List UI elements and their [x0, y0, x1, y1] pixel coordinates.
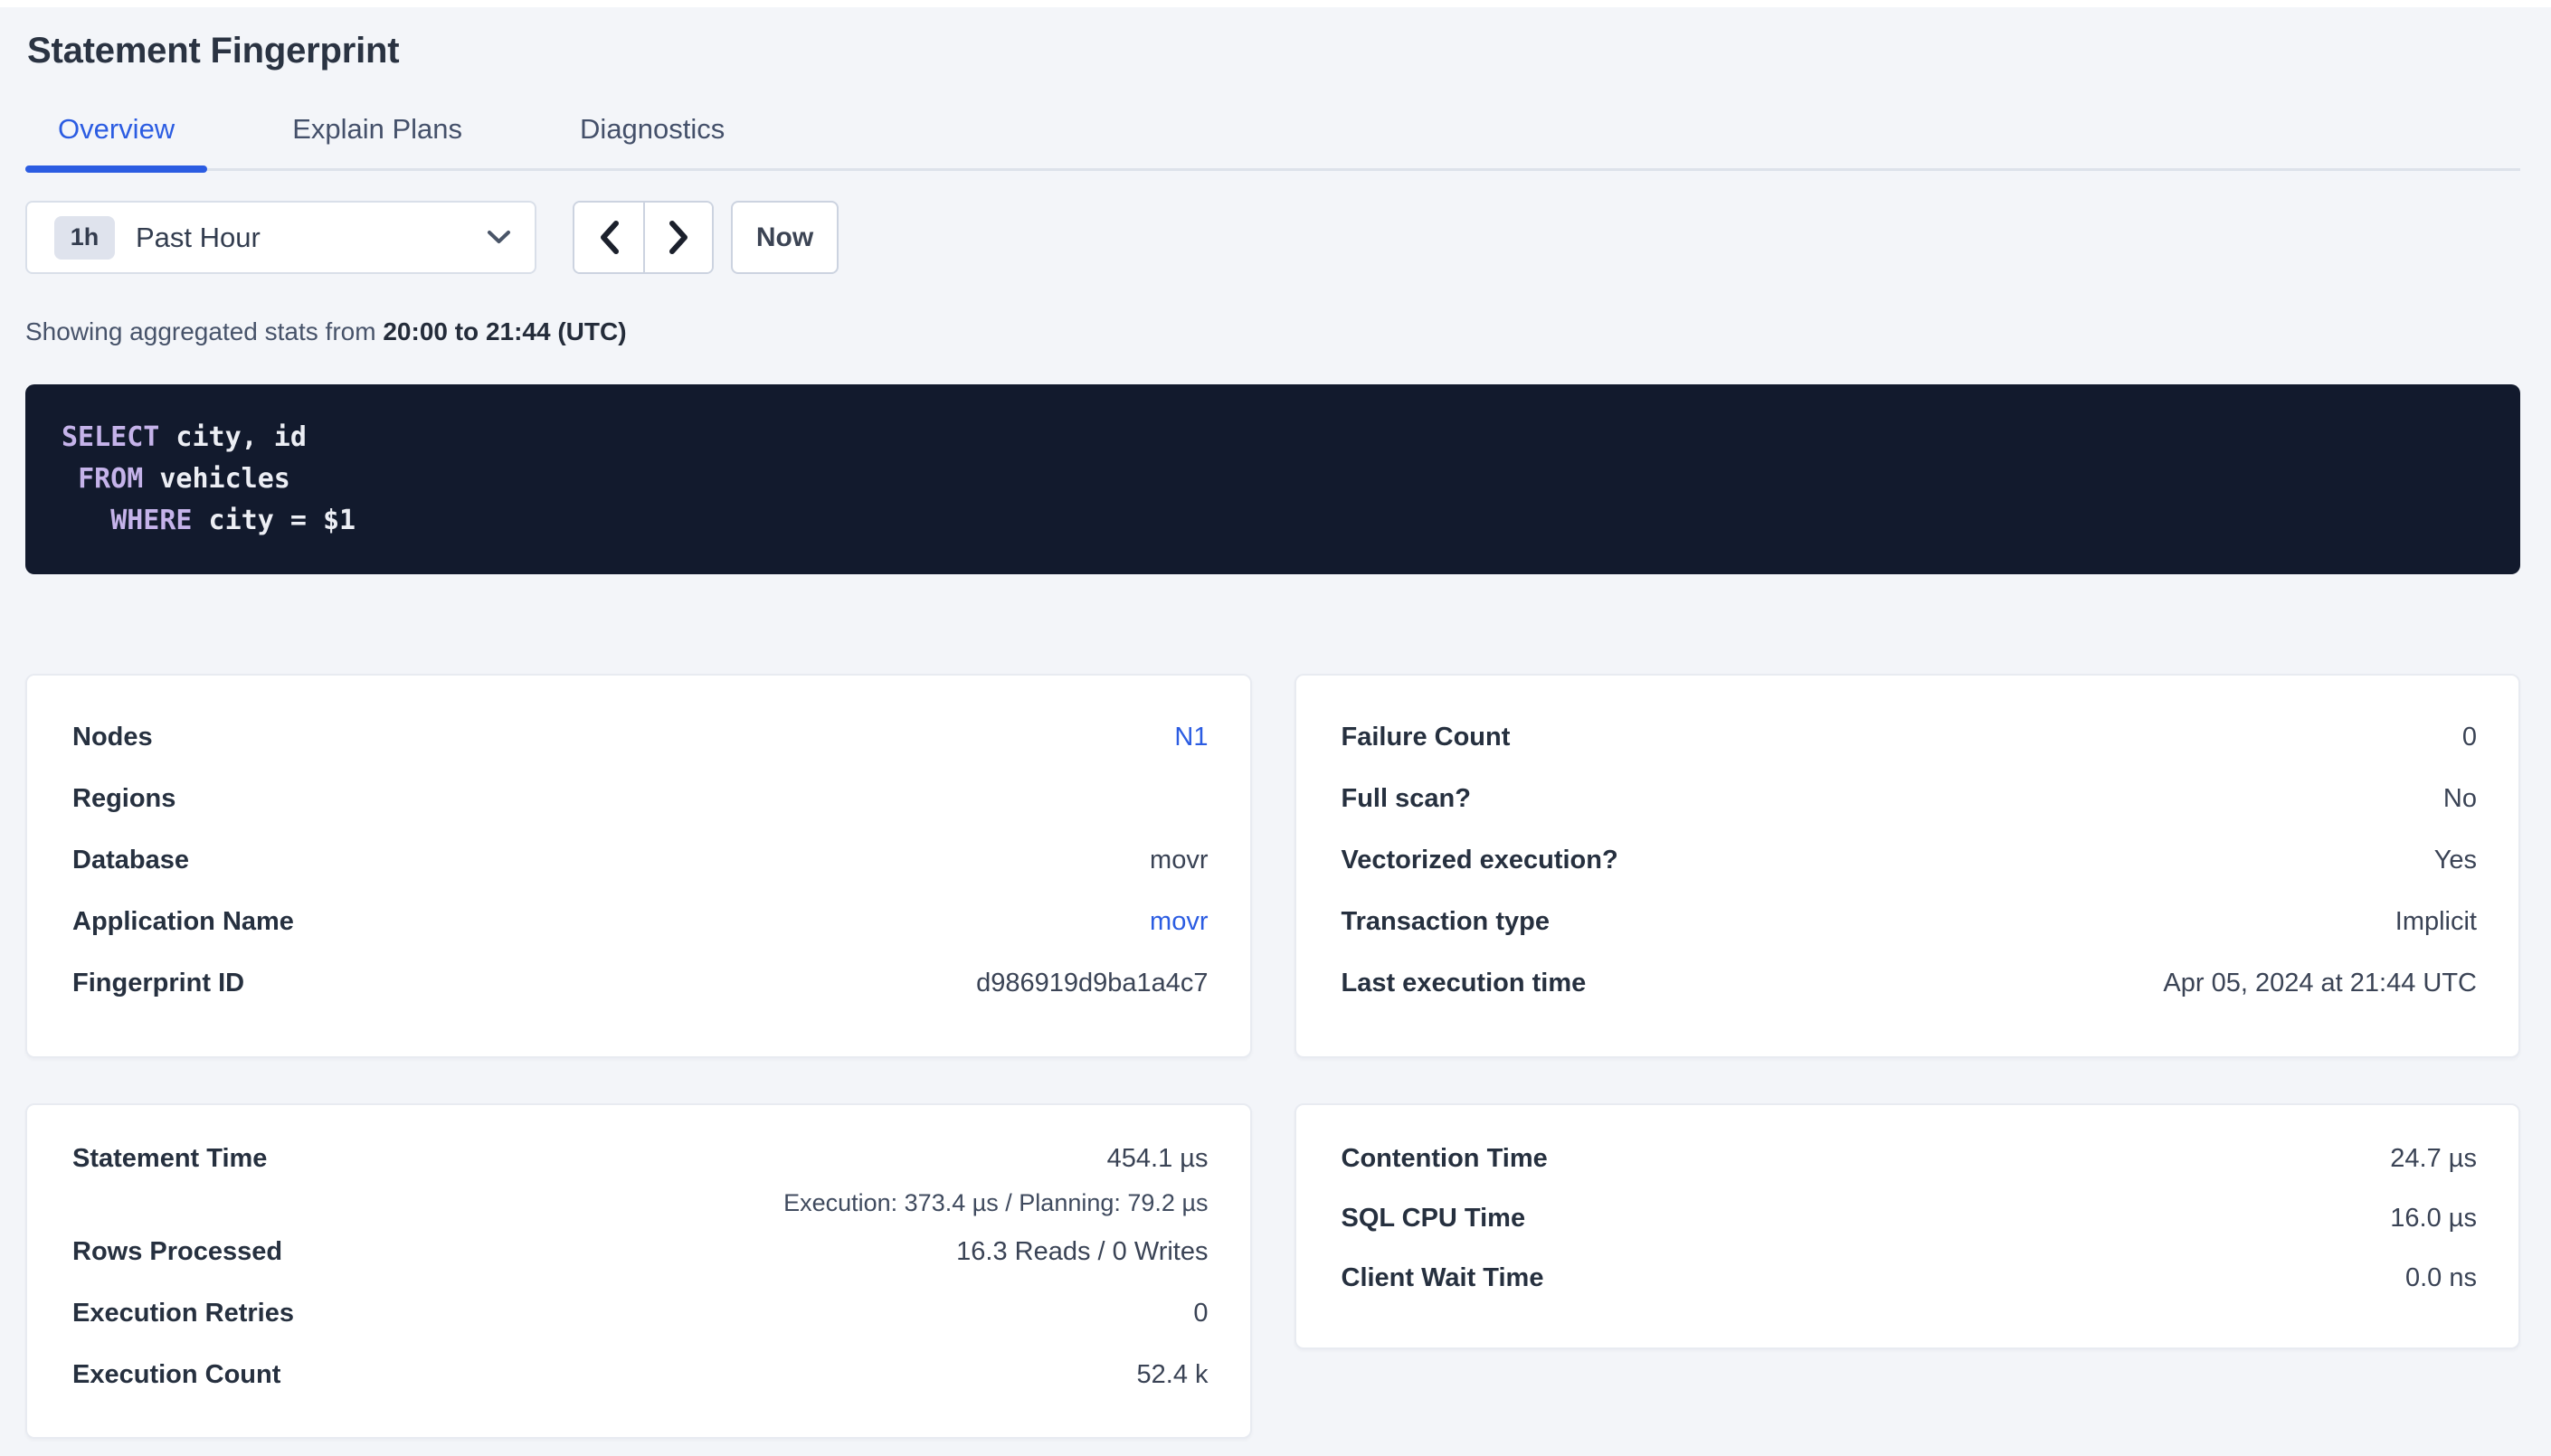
execution-attributes-card: Failure Count 0 Full scan? No Vectorized…: [1294, 674, 2521, 1058]
table-row: Database movr: [72, 829, 1209, 891]
sql-cpu-time-value: 16.0 µs: [2390, 1204, 2477, 1234]
sql-line: FROM vehicles: [62, 459, 2484, 500]
tab-diagnostics-label: Diagnostics: [580, 113, 725, 145]
execution-count-label: Execution Count: [72, 1360, 280, 1390]
rows-processed-label: Rows Processed: [72, 1237, 282, 1267]
full-scan-label: Full scan?: [1342, 784, 1471, 814]
chevron-down-icon: [487, 230, 511, 245]
nodes-label: Nodes: [72, 723, 153, 752]
last-execution-time-value: Apr 05, 2024 at 21:44 UTC: [2163, 969, 2477, 998]
table-row: Full scan? No: [1342, 768, 2478, 829]
transaction-type-value: Implicit: [2395, 907, 2477, 937]
time-toolbar: 1h Past Hour Now: [25, 201, 2520, 274]
fingerprint-id-value: d986919d9ba1a4c7: [976, 969, 1208, 998]
tab-bar: Overview Explain Plans Diagnostics: [25, 114, 2520, 171]
tab-overview-label: Overview: [58, 113, 175, 145]
statement-time-breakdown: Execution: 373.4 µs / Planning: 79.2 µs: [72, 1185, 1209, 1221]
contention-time-value: 24.7 µs: [2390, 1144, 2477, 1174]
tab-diagnostics[interactable]: Diagnostics: [547, 114, 757, 168]
aggregated-stats-note-prefix: Showing aggregated stats from: [25, 317, 376, 345]
time-window-arrows: [573, 201, 714, 274]
client-wait-time-value: 0.0 ns: [2405, 1263, 2477, 1293]
statement-fingerprint-page: Statement Fingerprint Overview Explain P…: [0, 29, 2551, 1439]
table-row: Execution Count 52.4 k: [72, 1344, 1209, 1405]
previous-time-window-button[interactable]: [574, 203, 643, 272]
aggregated-stats-note: Showing aggregated stats from 20:00 to 2…: [25, 317, 2520, 347]
transaction-type-label: Transaction type: [1342, 907, 1550, 937]
chevron-left-icon: [598, 220, 621, 255]
sql-line: WHERE city = $1: [62, 500, 2484, 542]
table-row: Nodes N1: [72, 706, 1209, 768]
execution-count-value: 52.4 k: [1137, 1360, 1209, 1390]
nodes-value-link[interactable]: N1: [1174, 723, 1208, 752]
contention-time-label: Contention Time: [1342, 1144, 1548, 1174]
sql-statement-box: SELECT city, id FROM vehicles WHERE city…: [25, 384, 2520, 574]
sql-cpu-time-label: SQL CPU Time: [1342, 1204, 1526, 1234]
application-name-value-link[interactable]: movr: [1150, 907, 1208, 937]
sql-line: SELECT city, id: [62, 417, 2484, 459]
page-title: Statement Fingerprint: [27, 29, 2520, 72]
table-row: Last execution time Apr 05, 2024 at 21:4…: [1342, 952, 2478, 1014]
table-row: Contention Time 24.7 µs: [1342, 1129, 2478, 1188]
statement-time-value: 454.1 µs: [1107, 1144, 1209, 1174]
statement-details-card: Nodes N1 Regions Database movr Applicati…: [25, 674, 1252, 1058]
statement-timing-card: Statement Time 454.1 µs Execution: 373.4…: [25, 1103, 1252, 1439]
full-scan-value: No: [2443, 784, 2477, 814]
table-row: Client Wait Time 0.0 ns: [1342, 1248, 2478, 1308]
rows-processed-value: 16.3 Reads / 0 Writes: [956, 1237, 1208, 1267]
execution-retries-label: Execution Retries: [72, 1299, 294, 1328]
time-interval-badge: 1h: [54, 216, 115, 260]
next-time-window-button[interactable]: [643, 203, 712, 272]
table-row: Vectorized execution? Yes: [1342, 829, 2478, 891]
table-row: Fingerprint ID d986919d9ba1a4c7: [72, 952, 1209, 1014]
now-button[interactable]: Now: [731, 201, 839, 274]
tab-explain-plans[interactable]: Explain Plans: [260, 114, 495, 168]
summary-cards-grid: Nodes N1 Regions Database movr Applicati…: [25, 674, 2520, 1439]
aggregated-stats-time-range: 20:00 to 21:44 (UTC): [383, 317, 626, 345]
table-row: Failure Count 0: [1342, 706, 2478, 768]
statement-time-label: Statement Time: [72, 1144, 267, 1174]
application-name-label: Application Name: [72, 907, 294, 937]
top-strip: [0, 0, 2551, 7]
table-row: Statement Time 454.1 µs Execution: 373.4…: [72, 1132, 1209, 1221]
time-range-dropdown[interactable]: 1h Past Hour: [25, 201, 536, 274]
vectorized-execution-value: Yes: [2434, 846, 2477, 875]
last-execution-time-label: Last execution time: [1342, 969, 1587, 998]
tab-overview[interactable]: Overview: [25, 114, 207, 168]
tab-explain-plans-label: Explain Plans: [292, 113, 462, 145]
table-row: Rows Processed 16.3 Reads / 0 Writes: [72, 1221, 1209, 1282]
database-value: movr: [1150, 846, 1208, 875]
table-row: Application Name movr: [72, 891, 1209, 952]
execution-retries-value: 0: [1193, 1299, 1208, 1328]
database-label: Database: [72, 846, 189, 875]
table-row: Regions: [72, 768, 1209, 829]
table-row: Transaction type Implicit: [1342, 891, 2478, 952]
failure-count-value: 0: [2462, 723, 2477, 752]
chevron-right-icon: [668, 220, 690, 255]
wait-times-card: Contention Time 24.7 µs SQL CPU Time 16.…: [1294, 1103, 2521, 1349]
table-row: Execution Retries 0: [72, 1282, 1209, 1344]
table-row: SQL CPU Time 16.0 µs: [1342, 1188, 2478, 1248]
regions-label: Regions: [72, 784, 175, 814]
vectorized-execution-label: Vectorized execution?: [1342, 846, 1618, 875]
failure-count-label: Failure Count: [1342, 723, 1511, 752]
client-wait-time-label: Client Wait Time: [1342, 1263, 1544, 1293]
time-range-selected-label: Past Hour: [136, 222, 487, 254]
fingerprint-id-label: Fingerprint ID: [72, 969, 244, 998]
